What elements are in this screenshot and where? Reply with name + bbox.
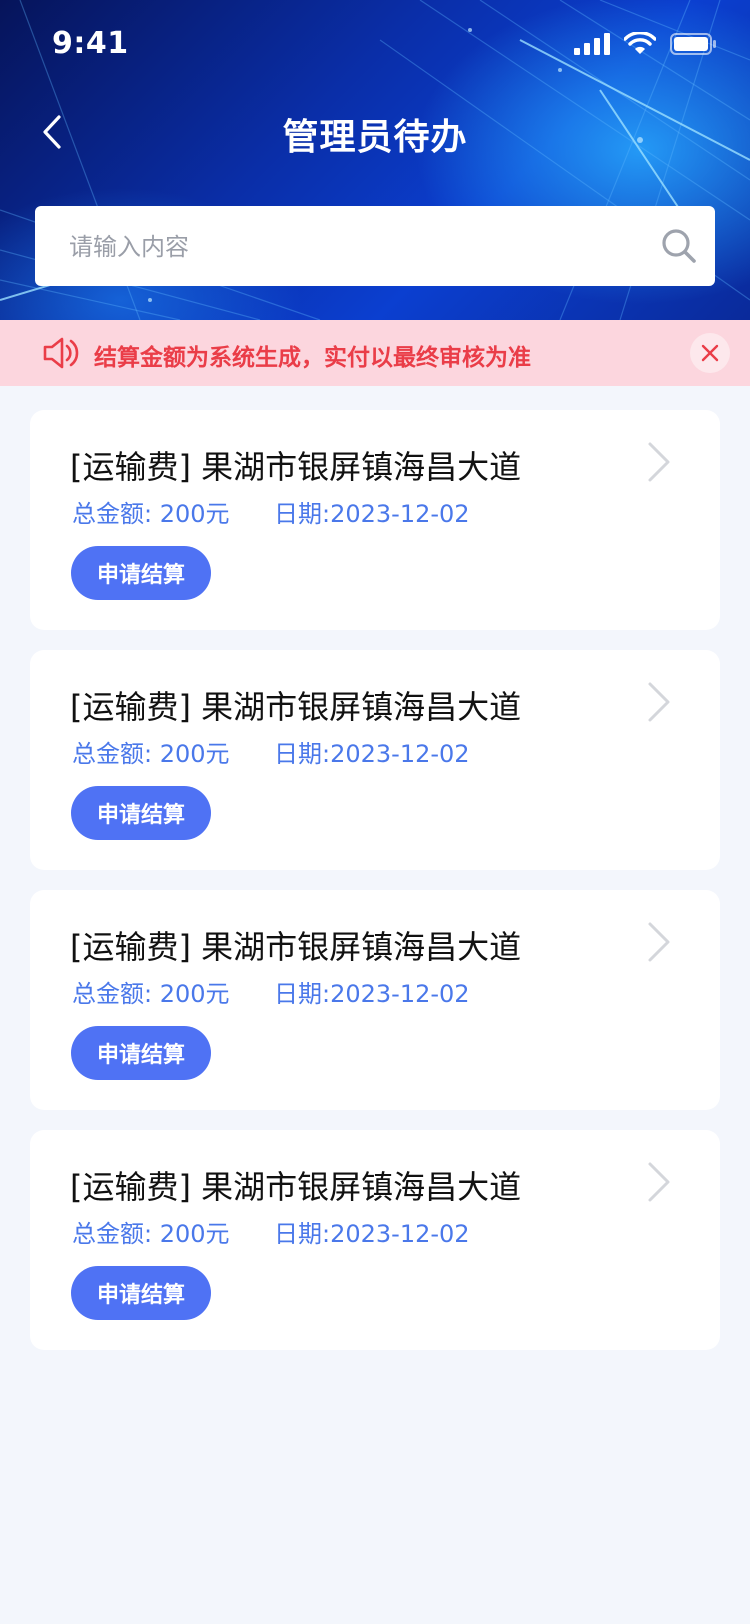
chevron-right-icon bbox=[648, 442, 670, 482]
card-date: 日期:2023-12-02 bbox=[274, 1220, 470, 1248]
wifi-icon bbox=[624, 32, 656, 54]
notice-close-button[interactable] bbox=[690, 333, 730, 373]
todo-card[interactable]: [运输费] 果湖市银屏镇海昌大道 总金额: 200元 日期:2023-12-02… bbox=[30, 650, 720, 870]
apply-settlement-button[interactable]: 申请结算 bbox=[71, 786, 211, 840]
card-meta: 总金额: 200元 日期:2023-12-02 bbox=[72, 494, 470, 529]
card-meta: 总金额: 200元 日期:2023-12-02 bbox=[72, 734, 470, 769]
chevron-right-icon bbox=[648, 1162, 670, 1202]
close-icon bbox=[701, 344, 719, 362]
todo-card[interactable]: [运输费] 果湖市银屏镇海昌大道 总金额: 200元 日期:2023-12-02… bbox=[30, 1130, 720, 1350]
card-amount: 总金额: 200元 bbox=[72, 1220, 230, 1248]
apply-settlement-button[interactable]: 申请结算 bbox=[71, 1026, 211, 1080]
header-banner: 9:41 管理员待办 bbox=[0, 0, 750, 320]
status-time: 9:41 bbox=[52, 26, 129, 61]
search-icon[interactable] bbox=[661, 228, 697, 264]
card-meta: 总金额: 200元 日期:2023-12-02 bbox=[72, 1214, 470, 1249]
card-title: [运输费] 果湖市银屏镇海昌大道 bbox=[70, 1168, 522, 1206]
search-bar bbox=[35, 206, 715, 288]
todo-list: [运输费] 果湖市银屏镇海昌大道 总金额: 200元 日期:2023-12-02… bbox=[30, 410, 720, 1370]
search-input[interactable] bbox=[67, 206, 631, 288]
notice-text: 结算金额为系统生成，实付以最终审核为准 bbox=[94, 345, 531, 371]
card-title: [运输费] 果湖市银屏镇海昌大道 bbox=[70, 448, 522, 486]
status-icons bbox=[574, 32, 716, 56]
chevron-right-icon bbox=[648, 922, 670, 962]
cellular-signal-icon bbox=[574, 33, 610, 55]
card-date: 日期:2023-12-02 bbox=[274, 500, 470, 528]
nav-bar: 管理员待办 bbox=[0, 96, 750, 168]
todo-card[interactable]: [运输费] 果湖市银屏镇海昌大道 总金额: 200元 日期:2023-12-02… bbox=[30, 410, 720, 630]
apply-settlement-button[interactable]: 申请结算 bbox=[71, 1266, 211, 1320]
apply-settlement-button[interactable]: 申请结算 bbox=[71, 546, 211, 600]
card-title: [运输费] 果湖市银屏镇海昌大道 bbox=[70, 688, 522, 726]
todo-card[interactable]: [运输费] 果湖市银屏镇海昌大道 总金额: 200元 日期:2023-12-02… bbox=[30, 890, 720, 1110]
battery-icon bbox=[670, 33, 716, 55]
card-amount: 总金额: 200元 bbox=[72, 740, 230, 768]
page-title: 管理员待办 bbox=[282, 117, 468, 158]
card-title: [运输费] 果湖市银屏镇海昌大道 bbox=[70, 928, 522, 966]
card-amount: 总金额: 200元 bbox=[72, 980, 230, 1008]
card-date: 日期:2023-12-02 bbox=[274, 980, 470, 1008]
speaker-icon bbox=[43, 337, 79, 369]
status-bar: 9:41 bbox=[0, 0, 750, 88]
card-date: 日期:2023-12-02 bbox=[274, 740, 470, 768]
chevron-right-icon bbox=[648, 682, 670, 722]
card-meta: 总金额: 200元 日期:2023-12-02 bbox=[72, 974, 470, 1009]
card-amount: 总金额: 200元 bbox=[72, 500, 230, 528]
notice-bar: 结算金额为系统生成，实付以最终审核为准 bbox=[0, 320, 750, 386]
